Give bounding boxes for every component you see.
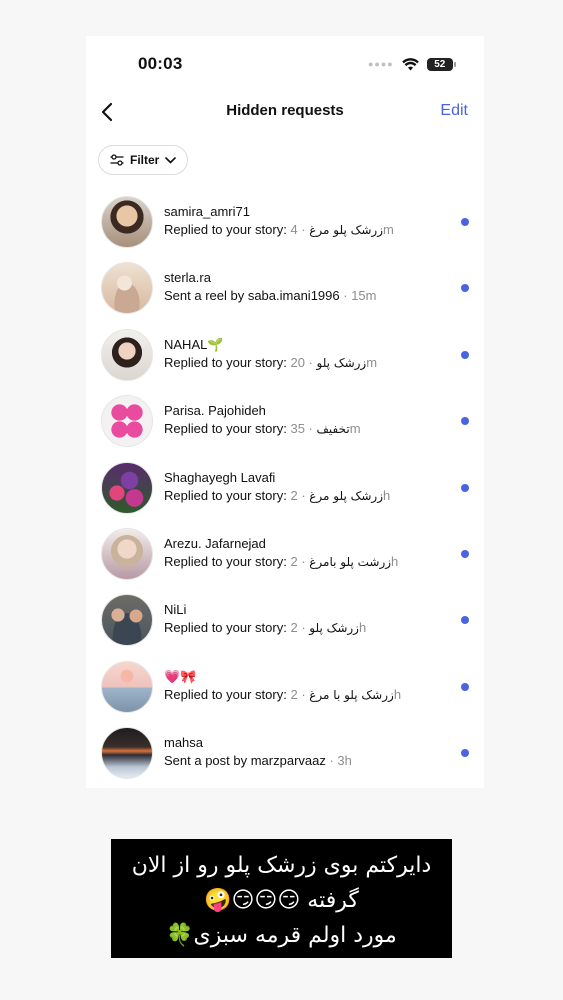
request-list: samira_amri71 Replied to your story: زرش… [86,193,484,791]
status-icons: ●●●● 52 [368,54,456,74]
message-preview: Replied to your story: زرشک پلو با مرغ ·… [164,686,402,702]
caption-line-3: مورد اولم قرمه سبزی🍀 [166,923,397,948]
message-preview: Sent a reel by saba.imani1996 · 15m [164,288,377,304]
unread-dot [461,616,469,625]
avatar [101,461,153,514]
avatar [101,196,153,248]
chevron-down-icon [165,156,177,164]
hidden-requests-screen: 00:03 ●●●● 52 Hidden requests Edit Filte… [86,36,484,788]
unread-dot [461,417,469,426]
timestamp: 15m [351,288,377,304]
message-preview: Replied to your story: زرشک پلو · 20m [164,354,378,370]
request-row[interactable]: NiLi Replied to your story: زرشک پلو · 2… [86,591,484,657]
filter-button[interactable]: Filter [98,145,189,175]
unread-dot [461,350,469,359]
caption-line-1: دایرکتم بوی زرشک پلو رو از الان [131,853,432,878]
avatar [101,262,153,315]
avatar [101,328,153,381]
preview-message: زرشت پلو بامرغ [309,554,392,569]
avatar [101,395,153,448]
username: samira_amri71 [164,204,250,219]
unread-dot [461,483,469,492]
status-time: 00:03 [138,54,183,73]
story-caption: دایرکتم بوی زرشک پلو رو از الان گرفته 😏😏… [111,839,452,958]
avatar [101,594,153,647]
message-preview: Replied to your story: زرشت پلو بامرغ · … [164,553,399,569]
preview-action: Sent a post by marzparvaaz [164,753,326,769]
preview-message: زرشک پلو با مرغ [309,687,394,702]
preview-message: زرشک پلو [309,621,359,636]
request-row[interactable]: Shaghayegh Lavafi Replied to your story:… [86,459,484,525]
battery-icon: 52 [426,57,456,71]
sliders-icon [110,154,124,166]
username: NAHAL🌱 [164,336,224,352]
preview-action: Replied to your story: [164,686,287,702]
edit-button[interactable]: Edit [440,102,468,120]
unread-dot [461,682,469,691]
username: mahsa [164,735,204,751]
username: 💗🎀 [164,668,197,684]
avatar [101,660,153,713]
message-preview: Replied to your story: تخفیف · 35m [164,421,361,437]
username: Parisa. Pajohideh [164,403,266,419]
request-row[interactable]: Parisa. Pajohideh Replied to your story:… [86,392,484,458]
wifi-icon [401,57,419,71]
preview-action: Replied to your story: [164,222,287,237]
preview-action: Sent a reel by saba.imani1996 [164,288,340,304]
message-preview: Sent a post by marzparvaaz · 3h [164,753,352,769]
preview-action: Replied to your story: [164,487,287,503]
username: Shaghayegh Lavafi [164,469,276,485]
request-row[interactable]: sterla.ra Sent a reel by saba.imani1996 … [86,259,484,325]
filter-label: Filter [130,153,160,167]
unread-dot [461,284,469,293]
preview-message: زرشک پلو [316,355,367,370]
request-row[interactable]: NAHAL🌱 Replied to your story: زرشک پلو ·… [86,326,484,392]
request-row[interactable]: Arezu. Jafarnejad Replied to your story:… [86,525,484,591]
request-row[interactable]: mahsa Sent a post by marzparvaaz · 3h [86,724,484,790]
page-title: Hidden requests [226,102,344,119]
preview-message: زرشک پلو مرغ [309,223,383,237]
username: Arezu. Jafarnejad [164,535,266,551]
preview-action: Replied to your story: [164,620,287,636]
avatar [101,727,153,780]
message-preview: Replied to your story: زرشک پلو · 2h [164,620,367,636]
signal-dots-icon: ●●●● [368,59,394,69]
preview-action: Replied to your story: [164,421,287,437]
preview-message: تخفیف [316,422,350,437]
message-preview: Replied to your story: زرشک پلو مرغ · 2h [164,487,391,503]
username: sterla.ra [164,270,211,286]
timestamp: 3h [337,753,352,769]
unread-dot [461,749,469,758]
avatar [101,527,153,580]
caption-line-2: گرفته 😏😏😏🤪 [204,888,359,913]
unread-dot [461,549,469,558]
status-bar: 00:03 ●●●● 52 [86,36,484,92]
request-row[interactable]: 💗🎀 Replied to your story: زرشک پلو با مر… [86,658,484,724]
message-preview: Replied to your story: زرشک پلو مرغ · 4m [164,222,394,237]
preview-action: Replied to your story: [164,354,287,370]
preview-action: Replied to your story: [164,553,287,569]
request-row[interactable]: samira_amri71 Replied to your story: زرش… [86,193,484,259]
preview-message: زرشک پلو مرغ [309,488,383,503]
nav-bar: Hidden requests Edit [86,92,484,132]
username: NiLi [164,602,187,618]
unread-dot [461,218,469,226]
